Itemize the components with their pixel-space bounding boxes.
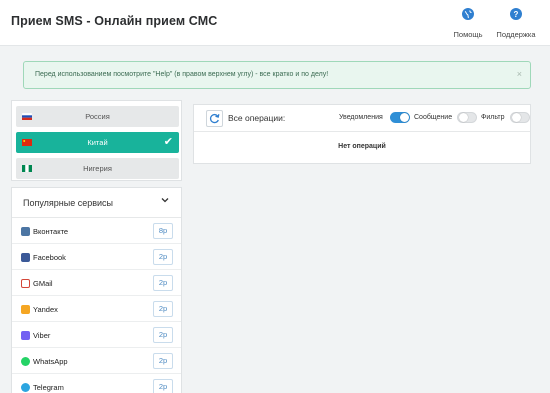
help-nav-button[interactable]: Помощь xyxy=(443,8,493,42)
support-label: Поддержка xyxy=(496,30,536,39)
country-name: Нигерия xyxy=(83,164,112,173)
country-nigeria-button[interactable]: Нигерия xyxy=(16,158,179,179)
service-price-button[interactable]: 2р xyxy=(153,327,173,343)
refresh-icon xyxy=(209,113,220,124)
service-name: Facebook xyxy=(33,253,66,262)
service-name: WhatsApp xyxy=(33,357,68,366)
service-name: Yandex xyxy=(33,305,58,314)
empty-operations-text: Нет операций xyxy=(338,143,386,150)
service-price-button[interactable]: 8р xyxy=(153,223,173,239)
operations-title: Все операции: xyxy=(228,113,286,123)
service-row-facebook[interactable]: Facebook 2р xyxy=(12,245,181,270)
country-russia-button[interactable]: Россия xyxy=(16,106,179,127)
service-price-button[interactable]: 2р xyxy=(153,353,173,369)
services-dropdown-header[interactable]: Популярные сервисы xyxy=(12,188,181,218)
country-china-button[interactable]: Китай ✔ xyxy=(16,132,179,153)
service-row-vkontakte[interactable]: Вконтакте 8р xyxy=(12,219,181,244)
popular-services-panel: Популярные сервисы Вконтакте 8р Facebook… xyxy=(11,187,182,393)
support-nav-button[interactable]: ? Поддержка xyxy=(491,8,541,42)
question-icon: ? xyxy=(510,8,522,20)
service-name: Вконтакте xyxy=(33,227,69,236)
facebook-icon xyxy=(21,253,30,262)
service-name: Viber xyxy=(33,331,51,340)
telegram-icon xyxy=(21,383,30,392)
service-name: Telegram xyxy=(33,383,64,392)
service-row-whatsapp[interactable]: WhatsApp 2р xyxy=(12,349,181,374)
service-row-yandex[interactable]: Yandex 2р xyxy=(12,297,181,322)
checkmark-icon: ✔ xyxy=(163,136,173,148)
country-name: Китай xyxy=(87,138,108,147)
service-price-button[interactable]: 2р xyxy=(153,249,173,265)
service-row-gmail[interactable]: GMail 2р xyxy=(12,271,181,296)
notifications-toggle[interactable] xyxy=(390,112,410,123)
page-title: Прием SMS - Онлайн прием СМС xyxy=(11,14,218,28)
country-selector: Россия Китай ✔ Нигерия xyxy=(11,100,182,181)
message-toggle[interactable] xyxy=(457,112,477,123)
top-header: Прием SMS - Онлайн прием СМС Помощь ? По… xyxy=(0,0,550,46)
svg-text:?: ? xyxy=(514,10,519,19)
vk-icon xyxy=(21,227,30,236)
country-name: Россия xyxy=(85,112,110,121)
service-price-button[interactable]: 2р xyxy=(153,379,173,393)
service-name: GMail xyxy=(33,279,53,288)
service-price-button[interactable]: 2р xyxy=(153,301,173,317)
chevron-down-icon xyxy=(161,196,169,206)
yandex-icon xyxy=(21,305,30,314)
service-price-button[interactable]: 2р xyxy=(153,275,173,291)
info-alert: Перед использованием посмотрите "Help" (… xyxy=(23,61,531,89)
notifications-label: Уведомления xyxy=(339,114,383,121)
operations-panel: Все операции: Уведомления Сообщение Филь… xyxy=(193,104,531,164)
alert-close-icon[interactable]: × xyxy=(517,69,522,79)
viber-icon xyxy=(21,331,30,340)
filter-toggle[interactable] xyxy=(510,112,530,123)
message-label: Сообщение xyxy=(414,114,453,121)
help-label: Помощь xyxy=(453,30,483,39)
whatsapp-icon xyxy=(21,357,30,366)
globe-icon xyxy=(462,8,474,20)
services-header-label: Популярные сервисы xyxy=(23,198,114,208)
alert-text: Перед использованием посмотрите "Help" (… xyxy=(35,71,329,78)
refresh-button[interactable] xyxy=(206,110,223,127)
service-row-viber[interactable]: Viber 2р xyxy=(12,323,181,348)
gmail-icon xyxy=(21,279,30,288)
service-row-telegram[interactable]: Telegram 2р xyxy=(12,375,181,393)
filter-label: Фильтр xyxy=(481,114,505,121)
operations-toolbar: Все операции: Уведомления Сообщение Филь… xyxy=(194,105,530,132)
